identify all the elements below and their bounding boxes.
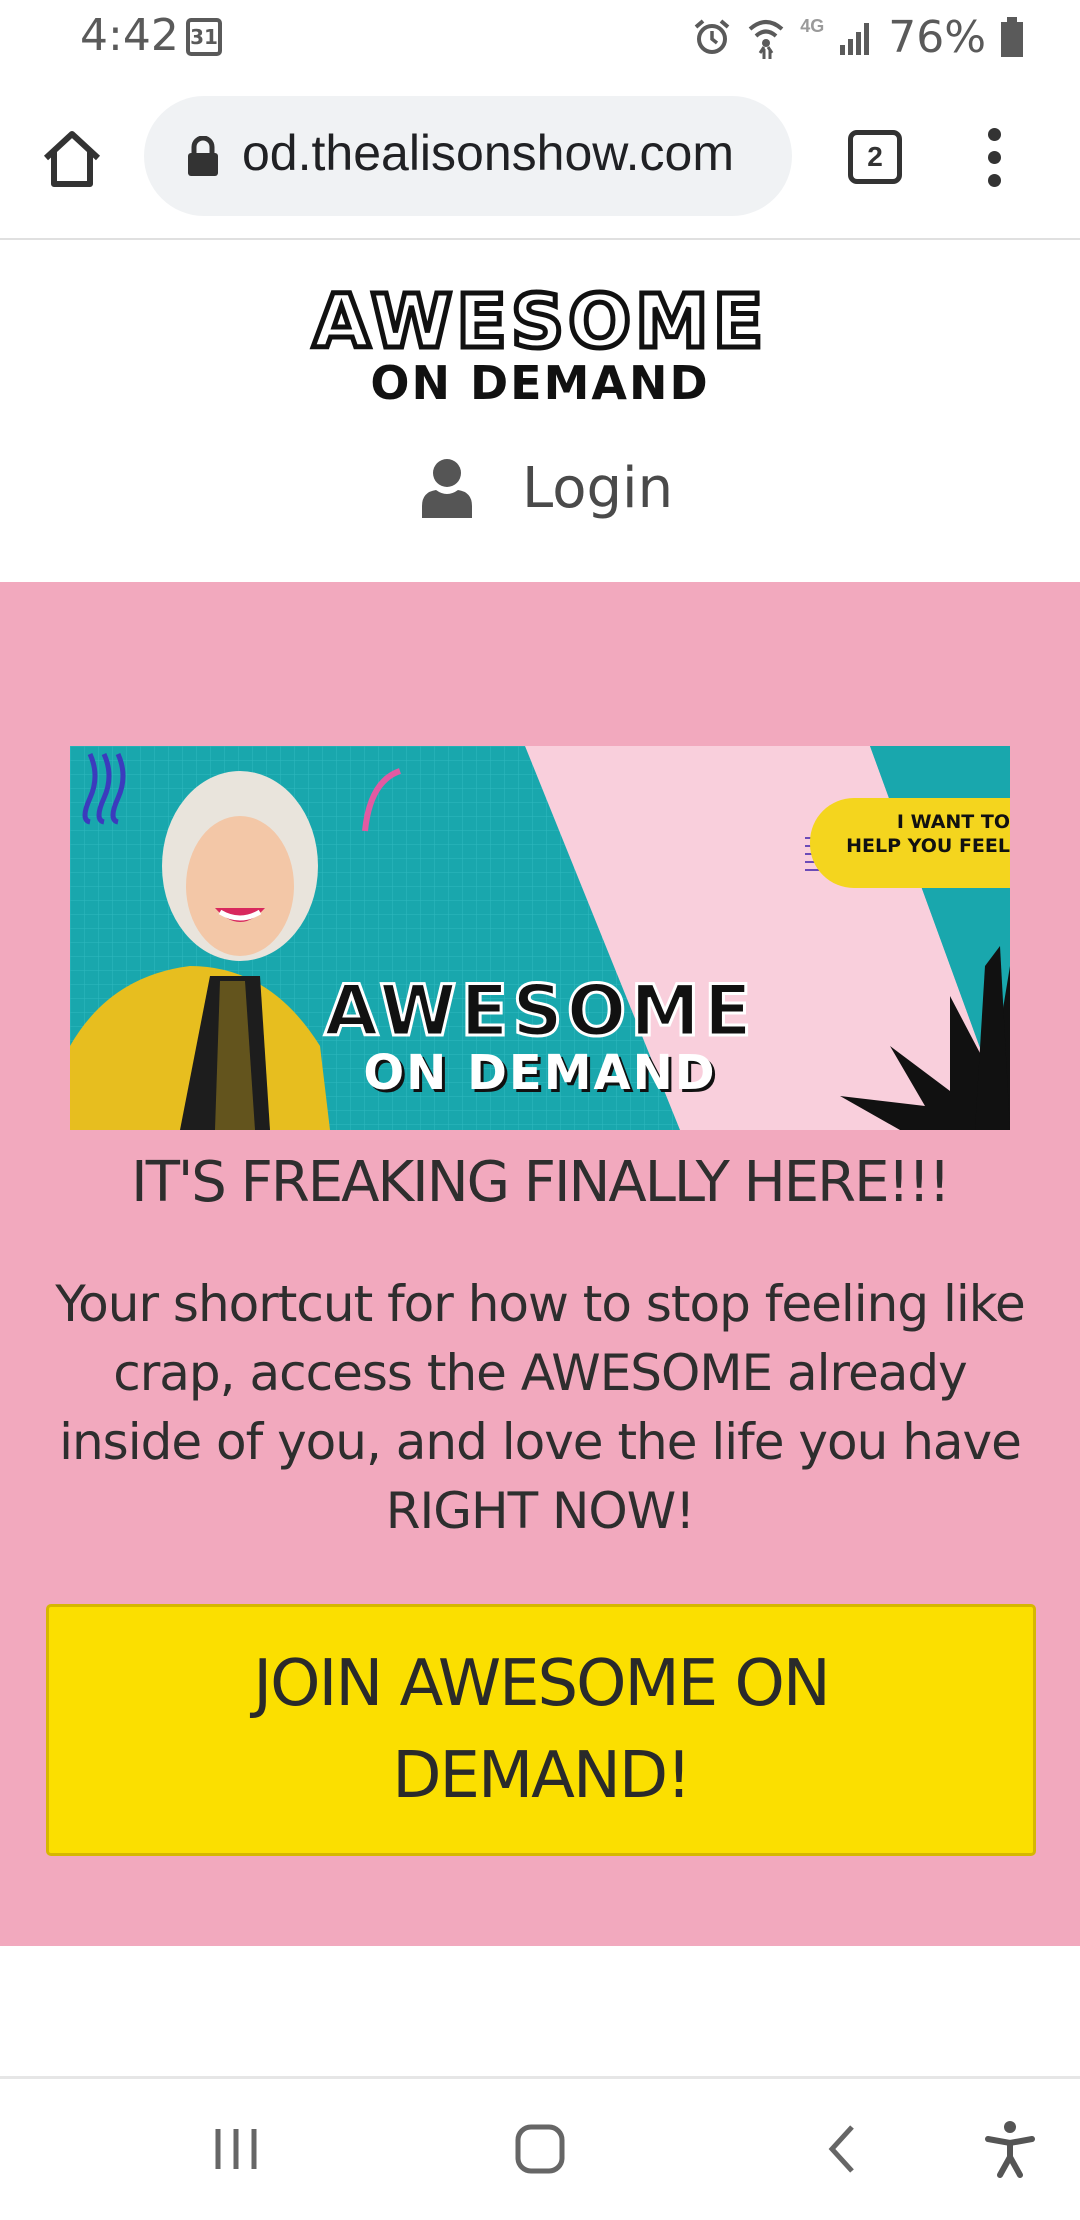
hero-banner-image: I WANT TO HELP YOU FEEL AWESOME ON DEMAN…: [70, 746, 1010, 1130]
system-nav-bar: [0, 2076, 1080, 2220]
banner-callout: I WANT TO HELP YOU FEEL: [810, 798, 1010, 888]
banner-logo-line2: ON DEMAND: [363, 1045, 717, 1101]
banner-callout-text: I WANT TO HELP YOU FEEL: [846, 811, 1010, 857]
logo-line2: ON DEMAND: [370, 356, 710, 410]
network-type-icon: 4G: [800, 16, 825, 36]
calendar-icon: 31: [186, 18, 222, 56]
status-icons: 4G 76%: [692, 10, 1024, 64]
browser-toolbar: od.thealisonshow.com 2: [0, 74, 1080, 240]
lock-icon: [186, 135, 220, 176]
signal-icon: [838, 19, 874, 55]
battery-percent: 76%: [888, 11, 986, 63]
address-bar[interactable]: od.thealisonshow.com: [144, 96, 792, 216]
home-nav-icon[interactable]: [510, 2119, 570, 2179]
back-icon[interactable]: [812, 2119, 872, 2179]
site-header: AWESOME ON DEMAND Login: [0, 240, 1080, 582]
wifi-icon: [746, 15, 786, 59]
join-button[interactable]: JOIN AWESOME ON DEMAND!: [46, 1604, 1036, 1856]
alarm-icon: [692, 17, 732, 57]
url-text: od.thealisonshow.com: [242, 125, 734, 181]
hero-subtext: Your shortcut for how to stop feeling li…: [55, 1275, 1025, 1540]
hero-headline: IT'S FREAKING FINALLY HERE!!!: [131, 1150, 951, 1215]
site-logo[interactable]: AWESOME ON DEMAND: [310, 278, 770, 407]
banner-logo: AWESOME ON DEMAND: [290, 970, 790, 1101]
login-link[interactable]: Login: [420, 452, 673, 524]
banner-logo-line1: AWESOME: [323, 970, 756, 1052]
status-time: 4:42: [80, 10, 179, 61]
tabs-button[interactable]: 2: [848, 130, 902, 184]
join-button-label: JOIN AWESOME ON DEMAND!: [253, 1647, 831, 1813]
logo-line1: AWESOME: [310, 278, 768, 367]
accessibility-icon[interactable]: [980, 2119, 1040, 2179]
recents-icon[interactable]: [208, 2119, 268, 2179]
login-label: Login: [522, 455, 674, 521]
hero-section: I WANT TO HELP YOU FEEL AWESOME ON DEMAN…: [0, 582, 1080, 1946]
battery-icon: [1000, 17, 1024, 57]
user-icon: [420, 458, 474, 518]
status-bar: 4:42 31 4G 76%: [0, 0, 1080, 74]
more-vert-icon[interactable]: [980, 128, 1012, 188]
home-icon[interactable]: [38, 124, 106, 192]
